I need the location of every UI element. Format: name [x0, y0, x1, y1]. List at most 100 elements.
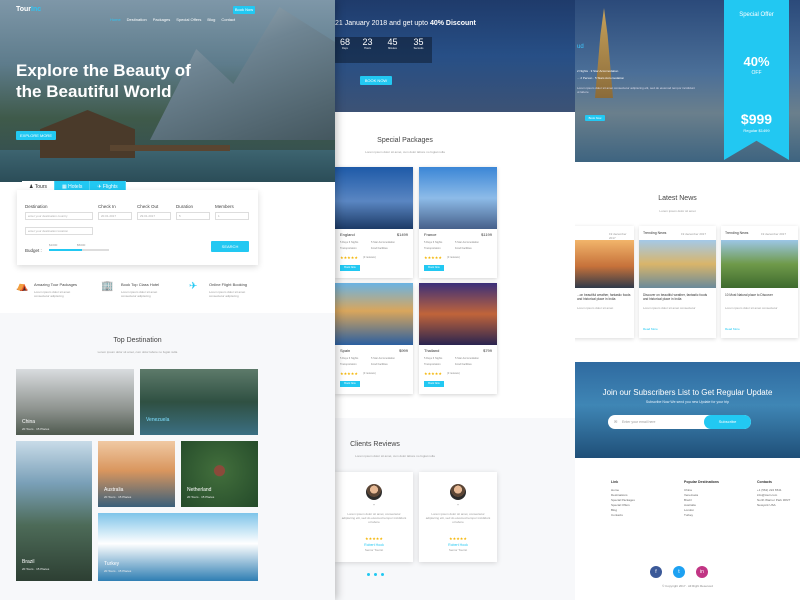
- copyright: © Copyright 2017 · All Right Reserved: [662, 584, 713, 588]
- news-tag: Trending News: [643, 231, 667, 235]
- news-headline: 10 Most Natural place to Discover: [725, 293, 773, 297]
- package-name: Thailand: [424, 348, 440, 353]
- budget-slider-track[interactable]: [49, 249, 109, 251]
- instagram-icon[interactable]: in: [696, 566, 708, 578]
- destination-venezuela[interactable]: Venezuela: [140, 369, 258, 435]
- destination-brazil[interactable]: Brazil 20 Tours · 15 Places: [16, 441, 92, 581]
- nav-home[interactable]: Home: [110, 17, 121, 22]
- offer-line: ... 2 Person · 5 Stars Accomodation: [577, 76, 625, 80]
- special-offer-ribbon: [724, 0, 789, 160]
- news-subtitle: Lorem ipsum dolor sit amet: [659, 209, 696, 213]
- package-card-england[interactable]: England $1499 5 Days 6 Nights 5 Star Acc…: [335, 167, 413, 278]
- logo-text-a: Tour: [16, 6, 32, 13]
- countdown-book-now-button[interactable]: BOOK NOW: [360, 76, 392, 85]
- footer-link[interactable]: Contacts: [611, 513, 635, 518]
- destination-name: Venezuela: [146, 417, 170, 423]
- rating-stars-icon: ★★★★★: [340, 371, 358, 376]
- destination-name: China: [22, 419, 36, 425]
- destination-location-input[interactable]: enter your destination location: [25, 227, 93, 235]
- package-card-thailand[interactable]: Thailand $799 5 Days 6 Nights 5 Star Acc…: [419, 283, 497, 394]
- reviews-title: Clients Reviews: [350, 441, 400, 448]
- footer-link[interactable]: Turkey: [684, 513, 719, 518]
- destination-china[interactable]: China 20 Tours · 15 Places: [16, 369, 134, 435]
- facebook-icon[interactable]: f: [650, 566, 662, 578]
- email-icon: ✉: [614, 419, 618, 424]
- read-more-link[interactable]: Read More: [643, 327, 658, 331]
- package-book-button[interactable]: Book Now: [424, 265, 444, 271]
- package-name: England: [340, 232, 355, 237]
- offer-book-button[interactable]: Book Now: [585, 115, 605, 121]
- pagination-dot[interactable]: [367, 573, 370, 576]
- special-packages-subtitle: Lorem ipsum dolor sit amet, cum dolor la…: [365, 150, 445, 154]
- destination-input[interactable]: enter your destination country: [25, 212, 93, 220]
- news-card[interactable]: Trending News 19 december 2017 10 Most N…: [721, 226, 798, 338]
- package-image: [419, 283, 497, 345]
- subscribe-button[interactable]: Subscribe: [704, 415, 751, 429]
- news-card[interactable]: Trending News 19 december 2017 Discover …: [639, 226, 716, 338]
- feature-text: Lorem ipsum dolor sit amet consectetur a…: [121, 290, 158, 298]
- review-text: Lorem ipsum dolor sit amet, consectetur …: [341, 512, 407, 524]
- twitter-icon[interactable]: t: [673, 566, 685, 578]
- review-card: “ Lorem ipsum dolor sit amet, consectetu…: [419, 472, 497, 562]
- nav-destination[interactable]: Destination: [127, 17, 147, 22]
- search-button[interactable]: SEARCH: [211, 241, 249, 252]
- destination-australia[interactable]: Australia 20 Tours · 15 Places: [98, 441, 175, 507]
- package-book-button[interactable]: Book Now: [340, 265, 360, 271]
- pagination-dot[interactable]: [374, 573, 377, 576]
- members-select[interactable]: 1: [215, 212, 249, 220]
- read-more-link[interactable]: Read More: [725, 327, 740, 331]
- countdown-hours: 23 Hours: [355, 37, 380, 63]
- countdown-value: 45: [387, 37, 398, 47]
- feature-title: Book Top Class Hotel: [121, 282, 160, 287]
- hotel-building-icon: 🏢: [101, 281, 114, 292]
- package-card-france[interactable]: France $1199 5 Days 6 Nights 5 Star Acco…: [419, 167, 497, 278]
- destination-netherland[interactable]: Netherland 20 Tours · 15 Places: [181, 441, 258, 507]
- review-card: “ Lorem ipsum dolor sit amet, consectetu…: [335, 472, 413, 562]
- countdown-unit: Hours: [364, 47, 371, 50]
- feature-title: Amazing Tour Packages: [34, 282, 78, 287]
- hero-title: Explore the Beauty of the Beautiful Worl…: [16, 61, 191, 101]
- package-book-button[interactable]: Book Now: [424, 381, 444, 387]
- explore-more-button[interactable]: EXPLORE MORE: [16, 131, 56, 140]
- package-card-spain[interactable]: Spain $999 5 Days 6 Nights 5 Star Accomo…: [335, 283, 413, 394]
- offer-line: 2 Nights · 3 Star Accomodation: [577, 69, 619, 73]
- destination-turkey[interactable]: Turkey 20 Tours · 15 Places: [98, 513, 258, 581]
- duration-select[interactable]: 5: [176, 212, 210, 220]
- checkout-label: Check Out: [137, 204, 159, 209]
- destination-meta: 20 Tours · 15 Places: [22, 567, 50, 571]
- footer-contacts: Contacts +1 (562) 224 6541 info@touri.co…: [757, 480, 790, 508]
- offer-text: Lorem ipsum dolor sit amet consectetur a…: [577, 86, 695, 94]
- subscribe-title: Join our Subscribers List to Get Regular…: [602, 388, 773, 397]
- package-reviews: (3 reviews): [363, 372, 376, 375]
- footer-heading: Contacts: [757, 480, 772, 484]
- nav-special-offers[interactable]: Special Offers: [176, 17, 201, 22]
- budget-label: Budget :: [25, 248, 42, 253]
- package-feature: 5 Days 6 Nights: [424, 357, 443, 360]
- nav-contact[interactable]: Contact: [221, 17, 235, 22]
- email-input[interactable]: Enter your email here: [622, 420, 655, 424]
- package-feature: Transportation: [424, 363, 441, 366]
- package-feature: Transportation: [424, 247, 441, 250]
- destination-meta: 20 Tours · 15 Places: [104, 495, 132, 499]
- offer-title: ud: [577, 44, 584, 50]
- checkout-input[interactable]: 29.01.2017: [137, 212, 171, 220]
- book-now-nav-button[interactable]: Book Now: [233, 6, 255, 14]
- checkin-input[interactable]: 20.01.2017: [98, 212, 132, 220]
- package-feature: 5 Days 6 Nights: [424, 241, 443, 244]
- countdown-days: 68 Days: [335, 37, 355, 63]
- checkin-label: Check In: [98, 204, 116, 209]
- logo[interactable]: TourInc: [16, 6, 41, 13]
- package-image: [419, 167, 497, 229]
- nav-blog[interactable]: Blog: [207, 17, 215, 22]
- feature-text: Lorem ipsum dolor sit amet consectetur a…: [209, 290, 246, 298]
- pagination-dot[interactable]: [381, 573, 384, 576]
- countdown-unit: Days: [342, 47, 348, 50]
- nav-packages[interactable]: Packages: [153, 17, 171, 22]
- news-card[interactable]: 19 december 2017 ...on beautiful weather…: [575, 226, 634, 338]
- members-label: Members: [215, 204, 234, 209]
- package-book-button[interactable]: Book Now: [340, 381, 360, 387]
- news-excerpt: Lorem ipsum dolor sit amet consectetur: [643, 306, 696, 310]
- subscribe-subtitle: Subscribe Now We send you new Update for…: [645, 400, 730, 404]
- top-destination-title: Top Destination: [113, 337, 162, 344]
- tour-package-icon: ⛺: [16, 281, 29, 292]
